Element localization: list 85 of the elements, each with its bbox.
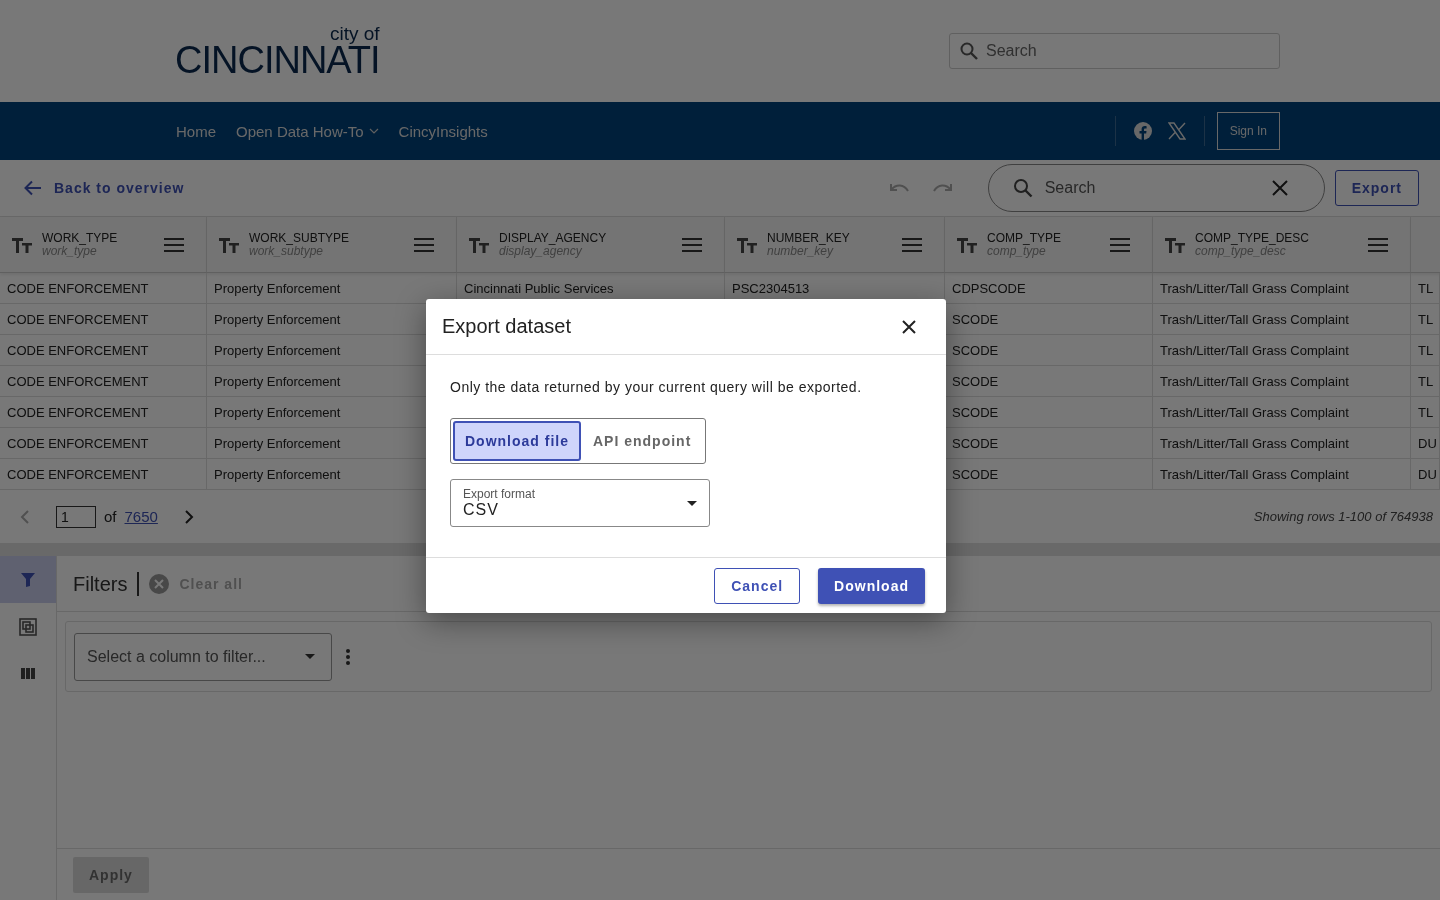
menu-icon[interactable] xyxy=(902,237,922,252)
total-pages-link[interactable]: 7650 xyxy=(124,508,158,525)
text-type-icon xyxy=(469,236,489,253)
menu-icon[interactable] xyxy=(1368,237,1388,252)
table-cell: CODE ENFORCEMENT xyxy=(0,397,207,428)
table-cell: TL xyxy=(1411,397,1440,428)
export-format-select[interactable]: Export format CSV xyxy=(450,479,710,527)
text-type-icon xyxy=(219,236,239,253)
menu-icon[interactable] xyxy=(164,237,184,252)
column-title: NUMBER_KEY xyxy=(767,231,851,245)
more-options-icon[interactable] xyxy=(346,648,350,665)
column-field-name: display_agency xyxy=(499,244,582,258)
nav-link[interactable]: CincyInsights xyxy=(398,122,488,140)
group-icon xyxy=(19,617,37,636)
city-logo[interactable]: city of CINCINNATI xyxy=(175,23,380,79)
menu-icon[interactable] xyxy=(414,237,434,252)
table-cell: Trash/Litter/Tall Grass Complaint xyxy=(1153,366,1411,397)
column-field-name: work_subtype xyxy=(249,244,324,258)
table-cell: DU xyxy=(1411,428,1440,459)
table-cell: CODE ENFORCEMENT xyxy=(0,366,207,397)
text-type-icon xyxy=(957,236,977,253)
nav-link[interactable]: Home xyxy=(176,122,216,140)
export-button[interactable]: Export xyxy=(1334,170,1419,206)
x-logo-icon[interactable] xyxy=(1167,122,1186,140)
column-header[interactable]: WORK_TYPE work_type xyxy=(0,217,207,273)
table-cell: CDPSCODE xyxy=(945,273,1153,304)
clear-circle-icon xyxy=(149,573,170,594)
table-cell: CODE ENFORCEMENT xyxy=(0,335,207,366)
table-cell: Trash/Litter/Tall Grass Complaint xyxy=(1153,459,1411,490)
arrow-left-icon xyxy=(24,180,42,196)
table-cell: Trash/Litter/Tall Grass Complaint xyxy=(1153,273,1411,304)
filters-title: Filters xyxy=(73,571,140,596)
rows-status-text: Showing rows 1-100 of 764938 xyxy=(1253,509,1433,524)
text-type-icon xyxy=(737,236,757,253)
chevron-down-icon xyxy=(368,128,379,134)
text-type-icon xyxy=(1165,236,1185,253)
download-button[interactable]: Download xyxy=(818,567,925,604)
search-icon xyxy=(1012,178,1033,198)
facebook-icon[interactable] xyxy=(1133,122,1152,140)
table-cell: Trash/Litter/Tall Grass Complaint xyxy=(1153,304,1411,335)
export-mode-tab[interactable]: Download file xyxy=(453,421,581,461)
column-title: COMP_TYPE xyxy=(987,231,1062,245)
column-header[interactable]: COMP_TYPE_DESC comp_type_desc xyxy=(1153,217,1411,273)
side-tab[interactable] xyxy=(0,556,56,603)
column-field-name: number_key xyxy=(767,244,834,258)
column-select-field[interactable]: Select a column to filter... xyxy=(74,632,332,681)
back-link[interactable]: Back to overview xyxy=(24,180,185,196)
column-field-name: work_type xyxy=(42,244,97,258)
site-search-field[interactable]: Search xyxy=(949,33,1280,69)
column-title: WORK_SUBTYPE xyxy=(249,231,351,245)
text-type-icon xyxy=(12,236,32,253)
table-cell: TL xyxy=(1411,335,1440,366)
table-cell: Trash/Litter/Tall Grass Complaint xyxy=(1153,428,1411,459)
table-cell: Trash/Litter/Tall Grass Complaint xyxy=(1153,335,1411,366)
dropdown-caret-icon xyxy=(305,654,315,659)
columns-icon xyxy=(21,668,35,679)
column-field-name: comp_type_desc xyxy=(1195,244,1286,258)
menu-icon[interactable] xyxy=(1110,237,1130,252)
nav-link[interactable]: Open Data How-To xyxy=(236,122,379,140)
export-mode-tab[interactable]: API endpoint xyxy=(581,421,704,461)
menu-icon[interactable] xyxy=(682,237,702,252)
sign-in-button[interactable]: Sign In xyxy=(1216,112,1280,150)
column-header[interactable]: WORK_SUBTYPE work_subtype xyxy=(207,217,457,273)
cancel-button[interactable]: Cancel xyxy=(714,567,801,604)
filter-icon xyxy=(21,572,35,587)
column-header[interactable]: DISPLAY_AGENCY display_agency xyxy=(457,217,725,273)
close-icon[interactable] xyxy=(902,319,916,334)
table-cell: CODE ENFORCEMENT xyxy=(0,273,207,304)
table-cell: TL xyxy=(1411,304,1440,335)
table-cell: CODE ENFORCEMENT xyxy=(0,428,207,459)
page-of-label: of xyxy=(104,508,117,525)
chevron-right-icon[interactable] xyxy=(183,509,194,524)
table-cell: Trash/Litter/Tall Grass Complaint xyxy=(1153,397,1411,428)
page-number-field[interactable]: 1 xyxy=(56,505,96,528)
table-cell: CODE ENFORCEMENT xyxy=(0,304,207,335)
table-cell: DU xyxy=(1411,459,1440,490)
search-icon xyxy=(960,42,978,60)
table-cell: TL xyxy=(1411,273,1440,304)
dropdown-caret-icon xyxy=(687,500,697,506)
table-cell: TL xyxy=(1411,366,1440,397)
column-title: DISPLAY_AGENCY xyxy=(499,231,608,245)
table-cell: CODE ENFORCEMENT xyxy=(0,459,207,490)
column-header[interactable]: NUMBER_KEY number_key xyxy=(725,217,945,273)
column-title: COMP_TYPE_DESC xyxy=(1195,231,1311,245)
column-title: WORK_TYPE xyxy=(42,231,119,245)
